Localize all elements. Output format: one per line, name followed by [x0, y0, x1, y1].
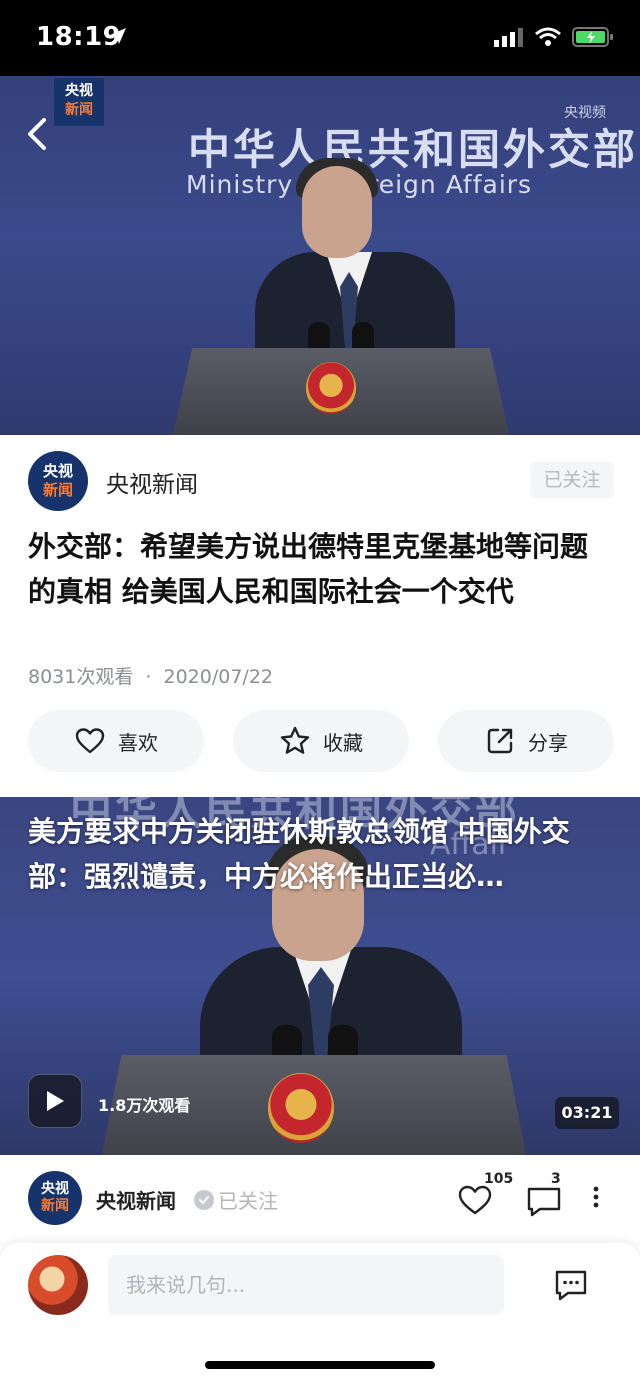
signal-icon: [494, 28, 523, 47]
watermark: 央视频: [564, 105, 606, 121]
channel-name[interactable]: 央视新闻: [96, 1185, 176, 1214]
follow-button[interactable]: 已关注: [530, 462, 614, 498]
channel-name[interactable]: 央视新闻: [106, 465, 198, 499]
channel-avatar[interactable]: 央视 新闻: [28, 1171, 82, 1225]
heart-icon: [75, 728, 105, 754]
comment-count: 3: [551, 1171, 561, 1187]
play-button[interactable]: [28, 1074, 82, 1128]
video-view-count: 1.8万次观看: [98, 1096, 191, 1115]
location-arrow-icon: [110, 28, 126, 44]
article-meta: 8031次观看 · 2020/07/22: [28, 662, 273, 689]
speaker-head: [302, 166, 372, 258]
like-label: 喜欢: [118, 730, 158, 755]
avatar-line1: 央视: [42, 462, 73, 480]
share-icon: [487, 728, 513, 754]
avatar-line2: 新闻: [41, 1198, 69, 1214]
play-icon: [47, 1091, 64, 1111]
like-count: 105: [484, 1171, 514, 1187]
article-title: 外交部：希望美方说出德特里克堡基地等问题的真相 给美国人民和国际社会一个交代: [28, 530, 589, 608]
follow-label: 已关注: [218, 1189, 278, 1213]
status-bar: 18:19: [0, 0, 640, 76]
comment-input[interactable]: [108, 1255, 504, 1315]
action-row: 喜欢 收藏 分享: [28, 710, 614, 772]
view-count: 8031次观看: [28, 666, 134, 688]
chat-icon[interactable]: [554, 1269, 588, 1301]
avatar-line2: 新闻: [42, 481, 73, 499]
channel-avatar[interactable]: 央视 新闻: [28, 451, 88, 511]
national-emblem: [268, 1073, 334, 1143]
video-channel-row: 央视 新闻 央视新闻 已关注 105 3: [0, 1155, 640, 1243]
comment-bar: [0, 1243, 640, 1385]
battery-icon: [572, 27, 613, 47]
cctv-news-logo: 央视 新闻: [54, 78, 104, 126]
check-icon: [194, 1189, 214, 1210]
follow-status[interactable]: 已关注: [194, 1185, 278, 1214]
backdrop-title: 中华人民共和国外交部: [188, 125, 639, 174]
microphone-icon: [352, 322, 374, 352]
microphone-icon: [308, 322, 330, 352]
video-duration: 03:21: [555, 1097, 619, 1129]
favorite-button[interactable]: 收藏: [233, 710, 409, 772]
wifi-icon: [535, 27, 561, 46]
video-title[interactable]: 美方要求中方关闭驻休斯敦总领馆 中国外交部：强烈谴责，中方必将作出正当必…: [28, 809, 614, 899]
national-emblem: [306, 362, 356, 414]
channel-row: 央视 新闻 央视新闻 已关注: [0, 435, 640, 525]
share-label: 分享: [528, 730, 568, 755]
star-icon: [280, 726, 310, 754]
back-arrow-icon[interactable]: [22, 116, 52, 152]
user-avatar[interactable]: [28, 1255, 88, 1315]
logo-line2: 新闻: [65, 102, 93, 118]
share-button[interactable]: 分享: [438, 710, 614, 772]
status-indicators: [494, 26, 614, 48]
video-card[interactable]: 中华人民共和国外交部 Affair 美方要求中方关闭驻休斯敦总领馆 中国外交部：…: [0, 797, 640, 1155]
avatar-line1: 央视: [41, 1181, 69, 1197]
publish-date: 2020/07/22: [163, 666, 274, 688]
hero-video[interactable]: 中华人民共和国外交部 Ministry of Foreign Affairs 央…: [0, 76, 640, 435]
favorite-label: 收藏: [323, 730, 363, 755]
home-indicator: [205, 1361, 435, 1369]
more-vertical-icon[interactable]: [586, 1185, 606, 1209]
meta-separator: ·: [145, 666, 152, 688]
like-button[interactable]: 喜欢: [28, 710, 204, 772]
logo-line1: 央视: [65, 83, 93, 99]
